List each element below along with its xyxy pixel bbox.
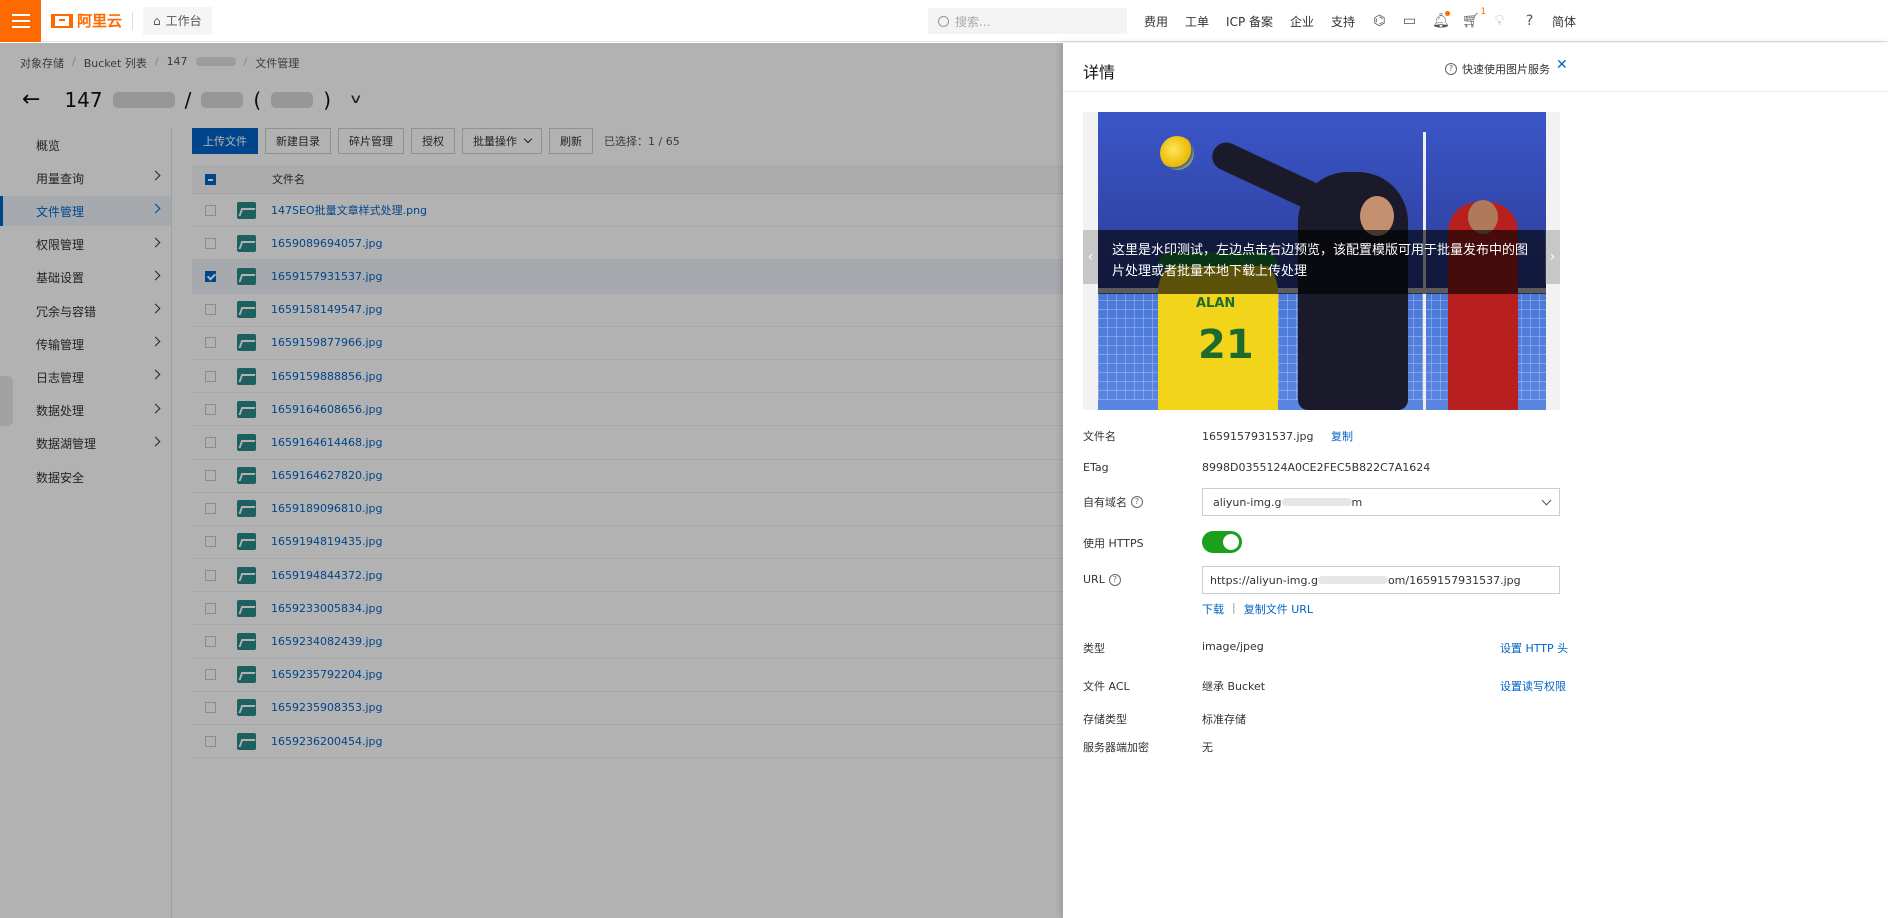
redacted-text <box>1281 498 1352 506</box>
help-link-label: 快速使用图片服务 <box>1462 63 1550 76</box>
url-label: URL ? <box>1083 573 1121 586</box>
hamburger-menu-button[interactable] <box>0 0 41 42</box>
type-value: image/jpeg <box>1202 640 1264 653</box>
cart-badge: 1 <box>1480 6 1487 17</box>
encryption-label: 服务器端加密 <box>1083 741 1149 754</box>
acl-value: 继承 Bucket <box>1202 680 1266 693</box>
storage-class-value: 标准存储 <box>1202 713 1246 726</box>
domain-label: 自有域名 ? <box>1083 494 1143 510</box>
photo-head <box>1468 200 1498 234</box>
url-label-text: URL <box>1083 573 1105 586</box>
etag-value: 8998D0355124A0CE2FEC5B822C7A1624 <box>1202 461 1431 474</box>
aliyun-logo-icon <box>51 13 73 28</box>
domain-value-prefix: aliyun-img.g <box>1213 495 1282 509</box>
type-label: 类型 <box>1083 642 1105 655</box>
domain-select[interactable]: aliyun-img.g m <box>1202 488 1560 516</box>
lightbulb-icon[interactable]: 💡︎ <box>1492 13 1507 29</box>
url-prefix: https://aliyun-img.g <box>1210 573 1318 587</box>
url-actions: 下载 | 复制文件 URL <box>1202 601 1313 617</box>
copy-url-link[interactable]: 复制文件 URL <box>1244 601 1313 617</box>
chevron-down-icon <box>1541 495 1552 506</box>
etag-label: ETag <box>1083 461 1109 474</box>
copy-filename-link[interactable]: 复制 <box>1331 430 1353 443</box>
set-http-header-link[interactable]: 设置 HTTP 头 <box>1500 640 1568 656</box>
jersey-name: ALAN <box>1196 296 1236 311</box>
preview-next-button[interactable]: › <box>1545 230 1560 284</box>
help-circle-icon: ? <box>1445 63 1457 75</box>
brand-logo[interactable]: 阿里云 <box>51 10 122 31</box>
download-link[interactable]: 下载 <box>1202 601 1224 617</box>
search-placeholder: 搜索... <box>955 14 991 29</box>
divider <box>132 11 134 30</box>
redacted-text <box>1317 576 1388 584</box>
filename-text: 1659157931537.jpg <box>1202 430 1314 443</box>
image-preview: ALAN 21 这里是水印测试，左边点击右边预览，该配置模版可用于批量发布中的图… <box>1083 112 1560 410</box>
help-circle-icon[interactable]: ? <box>1131 496 1143 508</box>
workbench-button[interactable]: ⌂ 工作台 <box>143 6 212 35</box>
divider <box>1063 91 1888 92</box>
notification-dot <box>1445 10 1451 16</box>
storage-class-label: 存储类型 <box>1083 713 1127 726</box>
url-suffix: om/1659157931537.jpg <box>1387 573 1521 587</box>
terminal-icon[interactable]: ▭ <box>1402 13 1417 29</box>
filename-label: 文件名 <box>1083 430 1116 443</box>
drawer-title: 详情 <box>1083 63 1116 82</box>
search-icon <box>938 15 949 27</box>
preview-prev-button[interactable]: ‹ <box>1083 230 1098 284</box>
language-switch[interactable]: 简体 <box>1552 13 1576 30</box>
search-input[interactable]: 搜索... <box>928 8 1127 34</box>
https-toggle[interactable] <box>1202 531 1242 553</box>
domain-value-suffix: m <box>1351 495 1363 509</box>
nav-link-enterprise[interactable]: 企业 <box>1290 13 1314 30</box>
code-icon[interactable]: ⌬ <box>1372 13 1387 29</box>
acl-label: 文件 ACL <box>1083 680 1130 693</box>
watermark-text: 这里是水印测试，左边点击右边预览，该配置模版可用于批量发布中的图片处理或者批量本… <box>1098 230 1546 294</box>
bell-icon[interactable]: 🔔︎ <box>1432 10 1451 29</box>
set-acl-link[interactable]: 设置读写权限 <box>1500 678 1566 694</box>
detail-drawer: 详情 ? 快速使用图片服务 ✕ ALAN 21 这里是水印测试，左边点击右边预览… <box>1063 43 1888 918</box>
url-field[interactable]: https://aliyun-img.g om/1659157931537.jpg <box>1202 566 1560 594</box>
domain-label-text: 自有域名 <box>1083 496 1127 509</box>
brand-name: 阿里云 <box>77 12 123 30</box>
action-separator: | <box>1232 601 1236 614</box>
jersey-number: 21 <box>1198 322 1254 368</box>
filename-value: 1659157931537.jpg 复制 <box>1202 428 1353 444</box>
preview-photo: ALAN 21 这里是水印测试，左边点击右边预览，该配置模版可用于批量发布中的图… <box>1098 112 1546 410</box>
help-circle-icon[interactable]: ? <box>1108 573 1121 586</box>
volleyball-icon <box>1160 136 1194 170</box>
nav-link-icp[interactable]: ICP 备案 <box>1226 13 1273 30</box>
close-icon[interactable]: ✕ <box>1556 57 1568 73</box>
photo-arm <box>1207 137 1329 215</box>
workbench-label: 工作台 <box>165 14 202 28</box>
nav-link-support[interactable]: 支持 <box>1331 13 1355 30</box>
https-label: 使用 HTTPS <box>1083 537 1144 550</box>
quick-image-service-link[interactable]: ? 快速使用图片服务 <box>1445 61 1550 77</box>
nav-link-ticket[interactable]: 工单 <box>1185 13 1209 30</box>
modal-backdrop[interactable] <box>0 43 1063 918</box>
nav-link-billing[interactable]: 费用 <box>1144 13 1168 30</box>
encryption-value: 无 <box>1202 741 1213 754</box>
help-icon[interactable]: ? <box>1522 13 1537 29</box>
top-bar: 阿里云 ⌂ 工作台 搜索... 费用 工单 ICP 备案 企业 支持 ⌬ ▭ 🔔… <box>0 0 1888 42</box>
home-icon: ⌂ <box>153 13 161 28</box>
top-nav: 费用 工单 ICP 备案 企业 支持 ⌬ ▭ 🔔︎ 🛒︎ 1 💡︎ ? 简体 <box>1144 0 1593 42</box>
cart-icon[interactable]: 🛒︎ 1 <box>1462 7 1486 29</box>
